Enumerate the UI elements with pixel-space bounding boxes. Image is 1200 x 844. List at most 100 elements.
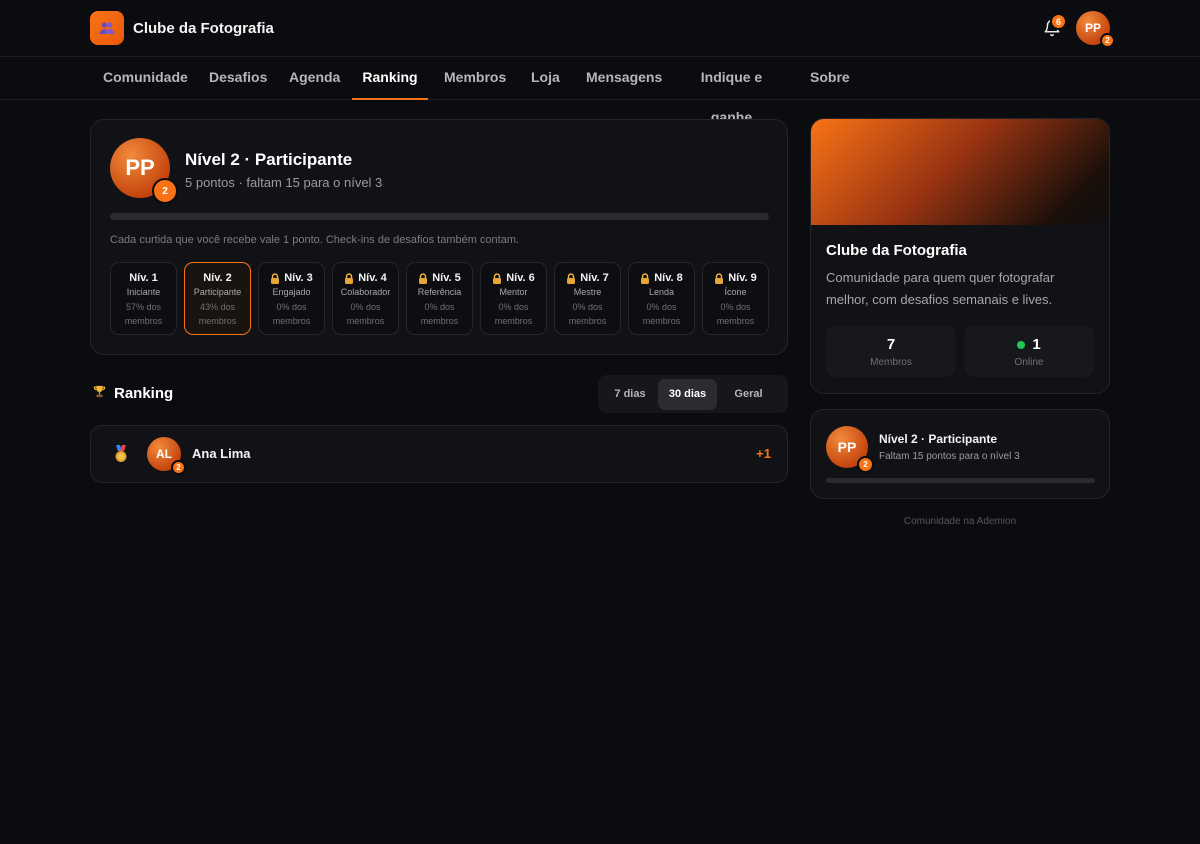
level-item-title-row: Nív. 1 [111, 272, 176, 284]
notification-count-badge: 6 [1050, 13, 1067, 30]
level-item-title-row: Nív. 9 [703, 272, 768, 284]
user-avatar[interactable]: PP 2 [1076, 11, 1115, 48]
club-description: Comunidade para quem quer fotografar mel… [826, 270, 1055, 307]
level-item-name: Nív. 5 [432, 272, 461, 284]
my-level-progress-bar [826, 478, 1095, 483]
level-item-label: Engajado [272, 287, 311, 297]
level-item-percentage: 0% dos membros [346, 302, 385, 326]
my-level-title: Nível 2 · Participante [879, 432, 998, 446]
level-item-title-row: Nív. 8 [629, 272, 694, 284]
level-item-title-row: Nív. 2 [185, 272, 250, 284]
medal-icon [113, 445, 129, 468]
level-item-label: Mestre [573, 287, 602, 297]
level-item-percentage: 0% dos membros [494, 302, 533, 326]
member-points: +1 [756, 446, 771, 461]
level-item-name: Nív. 9 [728, 272, 757, 284]
level-item-label: Iniciante [126, 287, 161, 297]
level-badge: 2 [152, 178, 178, 204]
member-avatar[interactable]: AL 2 [147, 437, 186, 475]
nav-mensagens[interactable]: Mensagens [586, 57, 662, 99]
nav-sobre[interactable]: Sobre [810, 57, 850, 99]
level-item-title-row: Nív. 6 [481, 272, 546, 284]
tab-7-dias[interactable]: 7 dias [602, 379, 658, 410]
level-item-label: Lenda [648, 287, 675, 297]
lock-icon [640, 272, 650, 284]
ranking-heading: Ranking [92, 384, 173, 403]
level-badge: 2 [857, 456, 874, 473]
lock-icon [566, 272, 576, 284]
avatar-initials: PP [125, 155, 155, 180]
level-item-label: Mentor [499, 287, 528, 297]
level-item-label: Ícone [724, 287, 747, 297]
ranking-period-tabs: 7 dias 30 dias Geral [598, 375, 788, 413]
nav-loja[interactable]: Loja [531, 57, 560, 99]
level-item-percentage: 43% dos membros [198, 302, 237, 326]
online-dot-icon [1017, 340, 1026, 349]
level-avatar: PP 2 [110, 138, 178, 204]
level-item-label: Participante [193, 287, 242, 297]
lock-icon [270, 272, 280, 284]
level-progress-bar [110, 213, 769, 220]
club-banner [811, 119, 1109, 225]
tab-geral[interactable]: Geral [717, 379, 780, 410]
online-stat: 1 Online [964, 326, 1094, 377]
tab-30-dias[interactable]: 30 dias [658, 378, 717, 410]
member-name[interactable]: Ana Lima [192, 446, 251, 461]
community-logo-icon [90, 11, 124, 45]
level-item-name: Nív. 7 [580, 272, 609, 284]
level-item-label: Referência [417, 287, 462, 297]
level-item-name: Nív. 6 [506, 272, 535, 284]
ranking-title: Ranking [114, 385, 174, 402]
level-item-percentage: 0% dos membros [716, 302, 755, 326]
level-item-percentage: 0% dos membros [272, 302, 311, 326]
my-avatar: PP 2 [826, 426, 874, 473]
level-card: PP 2 Nível 2 · Participante 5 pontos · f… [90, 119, 788, 355]
level-item-7[interactable]: Nív. 7 Mestre 0% dos membros [554, 262, 621, 335]
main-nav: Comunidade Desafios Agenda Ranking Membr… [0, 57, 1200, 125]
my-level-subtitle: Faltam 15 pontos para o nível 3 [879, 451, 1020, 462]
level-badge: 2 [1100, 33, 1115, 48]
my-level-card: PP 2 Nível 2 · Participante Faltam 15 po… [810, 409, 1110, 499]
nav-desafios[interactable]: Desafios [209, 57, 267, 99]
nav-agenda[interactable]: Agenda [289, 57, 340, 99]
level-item-4[interactable]: Nív. 4 Colaborador 0% dos membros [332, 262, 399, 335]
members-count: 7 [886, 336, 896, 353]
lock-icon [714, 272, 724, 284]
level-item-title-row: Nív. 7 [555, 272, 620, 284]
lock-icon [344, 272, 354, 284]
level-item-name: Nív. 2 [203, 272, 232, 284]
level-item-8[interactable]: Nív. 8 Lenda 0% dos membros [628, 262, 695, 335]
brand[interactable]: Clube da Fotografia [90, 11, 274, 45]
level-list: Nív. 1 Iniciante 57% dos membros Nív. 2 Part… [110, 262, 769, 335]
level-item-title-row: Nív. 3 [259, 272, 324, 284]
top-bar: Clube da Fotografia 6 PP 2 [0, 0, 1200, 57]
level-title: Nível 2 · Participante [185, 150, 353, 169]
level-item-5[interactable]: Nív. 5 Referência 0% dos membros [406, 262, 473, 335]
avatar-initials: AL [156, 447, 172, 461]
level-item-percentage: 0% dos membros [568, 302, 607, 326]
level-hint: Cada curtida que você recebe vale 1 pont… [110, 234, 520, 246]
nav-comunidade[interactable]: Comunidade [103, 57, 188, 99]
level-item-label: Colaborador [340, 287, 391, 297]
level-item-percentage: 0% dos membros [420, 302, 459, 326]
nav-indique-e-ganhe[interactable]: Indique e ganhe [683, 57, 780, 125]
level-item-6[interactable]: Nív. 6 Mentor 0% dos membros [480, 262, 547, 335]
level-item-2[interactable]: Nív. 2 Participante 43% dos membros [184, 262, 251, 335]
avatar-initials: PP [1084, 21, 1101, 35]
ranking-row[interactable]: AL 2 Ana Lima +1 [90, 425, 788, 483]
online-label: Online [1014, 357, 1044, 368]
level-item-name: Nív. 8 [654, 272, 683, 284]
level-item-percentage: 0% dos membros [642, 302, 681, 326]
level-item-1[interactable]: Nív. 1 Iniciante 57% dos membros [110, 262, 177, 335]
nav-ranking[interactable]: Ranking [352, 57, 428, 100]
footer-note: Comunidade na Ademion [903, 516, 1017, 527]
lock-icon [492, 272, 502, 284]
club-info-card: Clube da Fotografia Comunidade para quem… [810, 118, 1110, 394]
nav-membros[interactable]: Membros [444, 57, 506, 99]
level-item-3[interactable]: Nív. 3 Engajado 0% dos membros [258, 262, 325, 335]
level-badge: 2 [171, 460, 186, 475]
avatar-initials: PP [837, 439, 857, 455]
trophy-icon [92, 384, 107, 403]
level-item-9[interactable]: Nív. 9 Ícone 0% dos membros [702, 262, 769, 335]
level-item-name: Nív. 1 [129, 272, 158, 284]
